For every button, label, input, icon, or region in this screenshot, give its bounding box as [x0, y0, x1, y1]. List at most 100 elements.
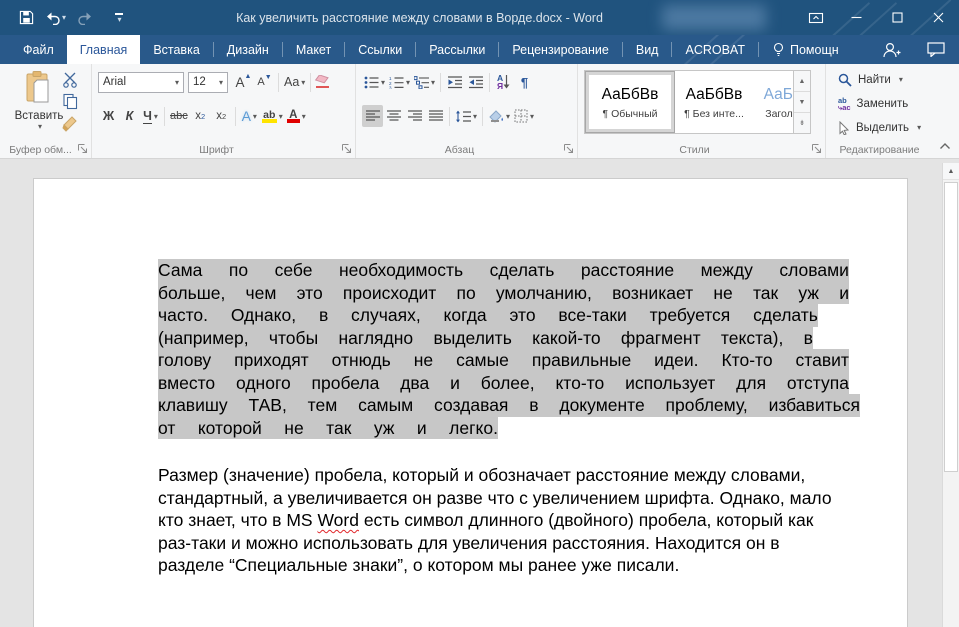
justify-button[interactable]: [425, 105, 446, 127]
superscript-button[interactable]: x2: [211, 105, 232, 127]
ribbon-display-options-button[interactable]: [795, 0, 836, 35]
change-case-button[interactable]: Aa ▾: [282, 71, 307, 93]
select-caret[interactable]: ▾: [917, 123, 921, 132]
selected-text-line[interactable]: больше,чемэтопроисходитпоумолчанию,возни…: [158, 282, 849, 305]
bold-button[interactable]: Ж: [98, 105, 119, 127]
text-effects-caret[interactable]: ▾: [253, 112, 257, 121]
find-caret[interactable]: ▾: [899, 75, 903, 84]
text-effects-button[interactable]: А ▾: [239, 105, 260, 127]
increase-indent-button[interactable]: [465, 71, 486, 93]
font-dialog-launcher[interactable]: [341, 143, 352, 154]
text-line[interactable]: стандартный, а увеличивается он разве чт…: [158, 487, 832, 510]
selected-text-line[interactable]: головуприходятотнюдьнесамыеправильныеиде…: [158, 349, 849, 372]
styles-more-button[interactable]: ⇟: [794, 113, 810, 133]
numbering-button[interactable]: 123 ▾: [387, 71, 412, 93]
styles-dialog-launcher[interactable]: [811, 143, 822, 154]
paste-dropdown-caret[interactable]: ▾: [38, 122, 42, 131]
styles-scroll-up-button[interactable]: ▲: [794, 71, 810, 92]
shading-caret[interactable]: ▾: [506, 112, 510, 121]
paste-button[interactable]: Вставить ▾: [10, 70, 68, 148]
tab-tell-me[interactable]: Помощн: [759, 35, 852, 64]
align-right-button[interactable]: [404, 105, 425, 127]
tab-file[interactable]: Файл: [10, 35, 67, 64]
show-paragraph-marks-button[interactable]: ¶: [514, 71, 535, 93]
find-button[interactable]: Найти ▾: [838, 71, 921, 88]
tab-insert[interactable]: Вставка: [140, 35, 212, 64]
comments-icon[interactable]: [927, 42, 945, 57]
document-page[interactable]: Самапосебенеобходимостьсделатьрасстояние…: [33, 178, 908, 627]
styles-scroll-down-button[interactable]: ▼: [794, 92, 810, 113]
line-spacing-caret[interactable]: ▾: [473, 112, 477, 121]
align-left-button[interactable]: [362, 105, 383, 127]
cut-icon[interactable]: [62, 72, 79, 88]
subscript-button[interactable]: x2: [190, 105, 211, 127]
minimize-button[interactable]: [836, 0, 877, 35]
select-button[interactable]: Выделить ▾: [838, 119, 921, 136]
shrink-font-button[interactable]: А ▼: [254, 71, 275, 93]
selected-text-line[interactable]: часто.Однако,вслучаях,когдаэтовсе-такитр…: [158, 304, 818, 327]
undo-button[interactable]: ▾: [42, 5, 69, 31]
style-card-heading1[interactable]: АаБбВв Заголово...: [753, 71, 793, 133]
save-button[interactable]: [14, 5, 38, 31]
sort-button[interactable]: А Я: [493, 71, 514, 93]
second-paragraph[interactable]: Размер (значение) пробела, который и обо…: [158, 464, 832, 577]
scrollbar-thumb[interactable]: [944, 182, 958, 472]
clear-formatting-icon[interactable]: [314, 75, 331, 90]
bullets-caret[interactable]: ▾: [381, 78, 385, 87]
scroll-up-button[interactable]: ▲: [943, 163, 959, 180]
selected-text-line[interactable]: Самапосебенеобходимостьсделатьрасстояние…: [158, 259, 849, 282]
text-line[interactable]: разделе “Специальные знаки”, о котором м…: [158, 554, 832, 577]
borders-button[interactable]: ▾: [512, 105, 536, 127]
close-button[interactable]: [918, 0, 959, 35]
tab-acrobat[interactable]: ACROBAT: [672, 35, 758, 64]
multilevel-list-caret[interactable]: ▾: [431, 78, 435, 87]
line-spacing-button[interactable]: ▾: [453, 105, 479, 127]
italic-button[interactable]: К: [119, 105, 140, 127]
selected-text-line[interactable]: вместоодногопробеладваиболее,кто-тоиспол…: [158, 372, 849, 395]
vertical-scrollbar[interactable]: ▲: [942, 163, 959, 627]
text-line[interactable]: раз-таки и можно использовать для увелич…: [158, 532, 832, 555]
borders-caret[interactable]: ▾: [530, 112, 534, 121]
redo-button[interactable]: [73, 5, 97, 31]
highlight-color-button[interactable]: ab ▾: [260, 105, 285, 127]
multilevel-list-button[interactable]: ▾: [412, 71, 437, 93]
style-card-normal[interactable]: АаБбВв ¶ Обычный: [585, 71, 675, 133]
copy-icon[interactable]: [62, 93, 79, 110]
grow-font-button[interactable]: А ▲: [233, 71, 254, 93]
selected-text-line[interactable]: (например,чтобынаглядновыделитькакой-тоф…: [158, 327, 813, 350]
tab-references[interactable]: Ссылки: [345, 35, 415, 64]
selected-paragraph[interactable]: Самапосебенеобходимостьсделатьрасстояние…: [158, 259, 860, 439]
tab-view[interactable]: Вид: [623, 35, 672, 64]
replace-button[interactable]: ab⤷ac Заменить: [838, 95, 921, 112]
bullets-button[interactable]: ▾: [362, 71, 387, 93]
tab-home[interactable]: Главная: [67, 35, 141, 64]
text-line[interactable]: кто знает, что в MS Word есть символ дли…: [158, 509, 832, 532]
font-name-combo[interactable]: Arial ▾: [98, 72, 184, 93]
underline-button[interactable]: Ч ▾: [140, 105, 161, 127]
text-line[interactable]: Размер (значение) пробела, который и обо…: [158, 464, 832, 487]
font-color-caret[interactable]: ▾: [302, 112, 306, 121]
customize-qat-button[interactable]: ▾: [107, 5, 131, 31]
tab-review[interactable]: Рецензирование: [499, 35, 622, 64]
tab-layout[interactable]: Макет: [283, 35, 344, 64]
format-painter-icon[interactable]: [62, 115, 79, 132]
font-color-button[interactable]: А ▾: [285, 105, 308, 127]
collapse-ribbon-button[interactable]: [939, 142, 951, 150]
align-center-button[interactable]: [383, 105, 404, 127]
font-size-combo[interactable]: 12 ▾: [188, 72, 228, 93]
undo-dropdown-caret[interactable]: ▾: [62, 13, 66, 22]
clipboard-dialog-launcher[interactable]: [77, 143, 88, 154]
numbering-caret[interactable]: ▾: [406, 78, 410, 87]
tab-mailings[interactable]: Рассылки: [416, 35, 498, 64]
underline-caret[interactable]: ▾: [154, 112, 158, 121]
selected-text-line[interactable]: клавишуТАВ,темсамымсоздаваявдокументепро…: [158, 394, 860, 417]
decrease-indent-button[interactable]: [444, 71, 465, 93]
maximize-button[interactable]: [877, 0, 918, 35]
highlight-caret[interactable]: ▾: [279, 112, 283, 121]
selected-text-line[interactable]: откоторойнетакужилегко.: [158, 417, 498, 440]
share-person-icon[interactable]: [882, 42, 901, 58]
style-card-no-spacing[interactable]: АаБбВв ¶ Без инте...: [675, 71, 753, 133]
paragraph-dialog-launcher[interactable]: [563, 143, 574, 154]
strikethrough-button[interactable]: abc: [168, 105, 190, 127]
tab-design[interactable]: Дизайн: [214, 35, 282, 64]
